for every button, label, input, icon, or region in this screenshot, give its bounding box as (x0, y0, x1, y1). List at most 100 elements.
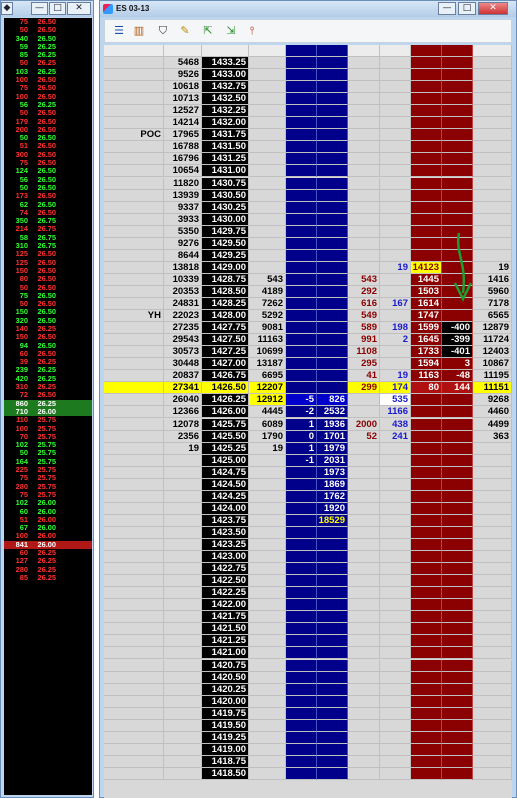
ask-size-cell[interactable] (411, 442, 442, 455)
ladder-row[interactable]: 1423.00 (104, 551, 512, 564)
ask-delta-cell[interactable] (442, 683, 473, 696)
bid-size-cell[interactable] (317, 298, 348, 310)
ask-size-cell[interactable] (411, 611, 442, 624)
ask-delta-cell[interactable] (442, 81, 473, 94)
bid-delta-cell[interactable] (286, 358, 317, 371)
bid-size-cell[interactable] (317, 273, 348, 286)
ask-size-cell[interactable] (411, 587, 442, 600)
bid-size-cell[interactable] (317, 213, 348, 226)
ask-delta-cell[interactable] (442, 394, 473, 407)
bid-size-cell[interactable] (317, 755, 348, 768)
ask-delta-cell[interactable] (442, 526, 473, 539)
bid-size-cell[interactable] (317, 249, 348, 262)
minimize-button[interactable]: — (31, 2, 48, 15)
bid-size-cell[interactable] (317, 623, 348, 636)
ladder-row[interactable]: 27341 1426.50 12207 299 174 80 144 11151 (104, 382, 512, 395)
bid-delta-cell[interactable] (286, 683, 317, 696)
ask-size-cell[interactable] (411, 478, 442, 491)
ladder-row[interactable]: 1420.25 (104, 683, 512, 696)
bid-delta-cell[interactable] (286, 551, 317, 564)
bid-delta-cell[interactable] (286, 334, 317, 347)
bid-delta-cell[interactable] (286, 249, 317, 262)
ladder-row[interactable]: 1419.75 (104, 707, 512, 720)
ladder-row[interactable]: 1421.25 (104, 635, 512, 648)
bid-size-cell[interactable] (317, 539, 348, 551)
ask-delta-cell[interactable] (442, 129, 473, 142)
ladder-row[interactable]: 10713 1432.50 (104, 93, 512, 106)
bid-size-cell[interactable] (317, 141, 348, 154)
close-button[interactable]: ✕ (67, 2, 91, 15)
bid-delta-cell[interactable] (286, 611, 317, 624)
bid-delta-cell[interactable] (286, 298, 317, 310)
ask-size-cell[interactable] (411, 623, 442, 636)
ask-size-cell[interactable] (411, 189, 442, 202)
bid-delta-cell[interactable] (286, 526, 317, 539)
ask-size-cell[interactable] (411, 153, 442, 166)
ask-delta-cell[interactable]: -401 (442, 346, 473, 359)
bid-size-cell[interactable] (317, 731, 348, 744)
ask-size-cell[interactable] (411, 201, 442, 214)
ask-delta-cell[interactable] (442, 105, 473, 118)
bid-size-cell[interactable] (317, 81, 348, 94)
bid-delta-cell[interactable]: 1 (286, 442, 317, 455)
bid-delta-cell[interactable] (286, 201, 317, 214)
ask-delta-cell[interactable] (442, 466, 473, 479)
bid-size-cell[interactable] (317, 189, 348, 202)
ladder-row[interactable]: 3933 1430.00 (104, 213, 512, 226)
ladder-row[interactable]: POC 17965 1431.75 (104, 129, 512, 142)
bid-size-cell[interactable] (317, 57, 348, 69)
ask-size-cell[interactable] (411, 635, 442, 648)
bid-delta-cell[interactable] (286, 647, 317, 660)
bid-delta-cell[interactable] (286, 189, 317, 202)
ask-size-cell[interactable]: 1645 (411, 334, 442, 347)
bid-size-cell[interactable] (317, 551, 348, 564)
bid-size-cell[interactable] (317, 105, 348, 118)
ask-size-cell[interactable] (411, 575, 442, 588)
bid-delta-cell[interactable] (286, 490, 317, 503)
ask-delta-cell[interactable] (442, 406, 473, 419)
bid-size-cell[interactable] (317, 719, 348, 732)
ask-size-cell[interactable] (411, 539, 442, 551)
bid-delta-cell[interactable] (286, 129, 317, 142)
bid-delta-cell[interactable] (286, 105, 317, 118)
bid-delta-cell[interactable] (286, 237, 317, 250)
bid-size-cell[interactable] (317, 153, 348, 166)
bid-size-cell[interactable] (317, 165, 348, 178)
bid-size-cell[interactable] (317, 370, 348, 383)
ask-size-cell[interactable] (411, 659, 442, 672)
ladder-row[interactable]: 14214 1432.00 (104, 117, 512, 130)
ask-delta-cell[interactable]: 144 (442, 382, 473, 395)
ask-delta-cell[interactable] (442, 430, 473, 443)
bid-size-cell[interactable]: 1869 (317, 478, 348, 491)
ask-delta-cell[interactable] (442, 201, 473, 214)
bid-size-cell[interactable] (317, 563, 348, 576)
ask-delta-cell[interactable] (442, 767, 473, 780)
ask-delta-cell[interactable] (442, 165, 473, 178)
ask-size-cell[interactable] (411, 394, 442, 407)
bid-delta-cell[interactable] (286, 695, 317, 708)
bid-delta-cell[interactable] (286, 165, 317, 178)
ask-size-cell[interactable] (411, 683, 442, 696)
ask-size-cell[interactable] (411, 454, 442, 467)
bid-delta-cell[interactable] (286, 285, 317, 298)
bid-delta-cell[interactable] (286, 731, 317, 744)
ask-size-cell[interactable] (411, 237, 442, 250)
pin-icon[interactable]: ⫯ (244, 23, 260, 39)
ladder-row[interactable]: 1424.75 1973 (104, 466, 512, 479)
ladder-row[interactable]: 10654 1431.00 (104, 165, 512, 178)
bid-delta-cell[interactable] (286, 478, 317, 491)
minimize-button[interactable]: — (438, 2, 456, 15)
bid-delta-cell[interactable] (286, 539, 317, 551)
bid-delta-cell[interactable] (286, 466, 317, 479)
bid-size-cell[interactable] (317, 93, 348, 106)
bid-size-cell[interactable] (317, 358, 348, 371)
maximize-button[interactable]: □ (49, 2, 66, 15)
bid-size-cell[interactable] (317, 201, 348, 214)
ask-delta-cell[interactable] (442, 551, 473, 564)
bid-delta-cell[interactable] (286, 57, 317, 69)
ladder-row[interactable]: 1418.50 (104, 767, 512, 780)
ladder-row[interactable]: 1420.00 (104, 695, 512, 708)
ladder-row[interactable]: 1420.75 (104, 659, 512, 672)
ask-size-cell[interactable] (411, 743, 442, 756)
ask-size-cell[interactable] (411, 117, 442, 130)
